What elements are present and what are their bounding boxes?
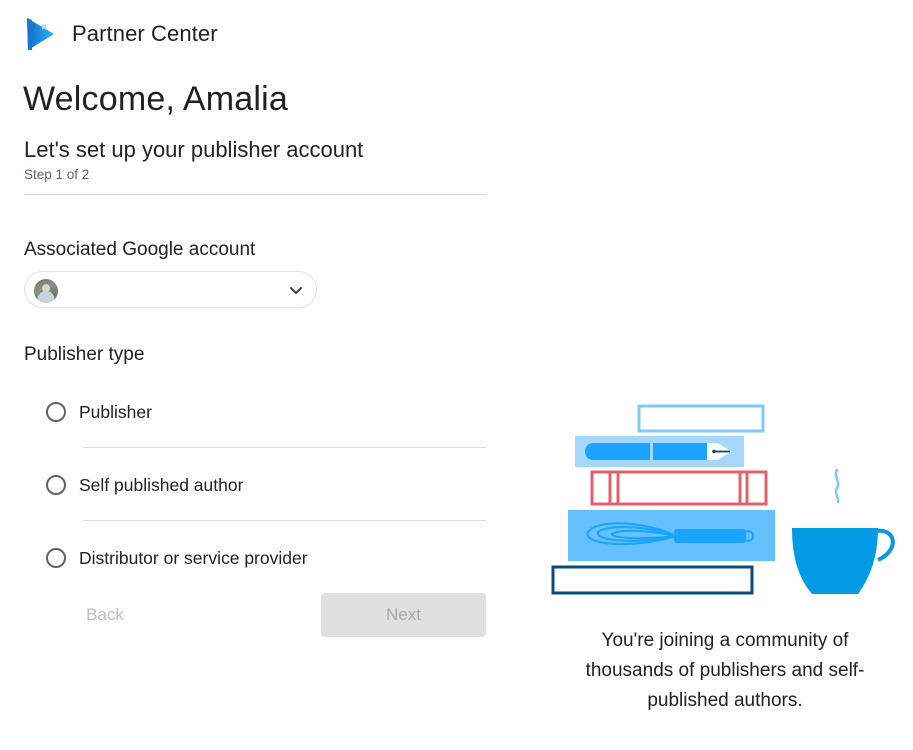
- back-button[interactable]: Back: [60, 594, 150, 636]
- page-subtitle: Let's set up your publisher account: [24, 137, 364, 162]
- books-and-cup-illustration: [551, 404, 895, 595]
- radio-option-publisher[interactable]: Publisher: [46, 399, 152, 425]
- book-bottom: [551, 565, 754, 595]
- google-play-books-logo-icon: [27, 18, 54, 50]
- google-account-select[interactable]: [24, 271, 317, 308]
- step-indicator: Step 1 of 2: [24, 167, 90, 182]
- radio-option-self-published-author[interactable]: Self published author: [46, 472, 243, 498]
- chevron-down-icon[interactable]: [288, 282, 304, 298]
- book-top: [637, 404, 765, 433]
- radio-option-distributor[interactable]: Distributor or service provider: [46, 545, 308, 571]
- radio-label: Self published author: [79, 474, 244, 495]
- app-title: Partner Center: [72, 21, 218, 46]
- divider: [83, 447, 486, 448]
- page-title: Welcome, Amalia: [23, 80, 289, 118]
- publisher-type-label: Publisher type: [24, 344, 145, 365]
- coffee-cup-icon: [792, 528, 878, 594]
- divider: [24, 194, 486, 195]
- radio-button[interactable]: [46, 548, 66, 568]
- app-header: Partner Center: [24, 14, 218, 54]
- illustration-caption: You're joining a community of thousands …: [585, 630, 865, 711]
- next-button[interactable]: Next: [321, 593, 486, 637]
- divider: [83, 520, 486, 521]
- steam-icon: [834, 468, 840, 504]
- avatar: [34, 279, 58, 303]
- radio-label: Distributor or service provider: [79, 547, 308, 568]
- radio-label: Publisher: [79, 401, 152, 422]
- pen-body-icon: [653, 443, 707, 460]
- radio-button[interactable]: [46, 475, 66, 495]
- radio-button[interactable]: [46, 402, 66, 422]
- account-label: Associated Google account: [24, 239, 256, 260]
